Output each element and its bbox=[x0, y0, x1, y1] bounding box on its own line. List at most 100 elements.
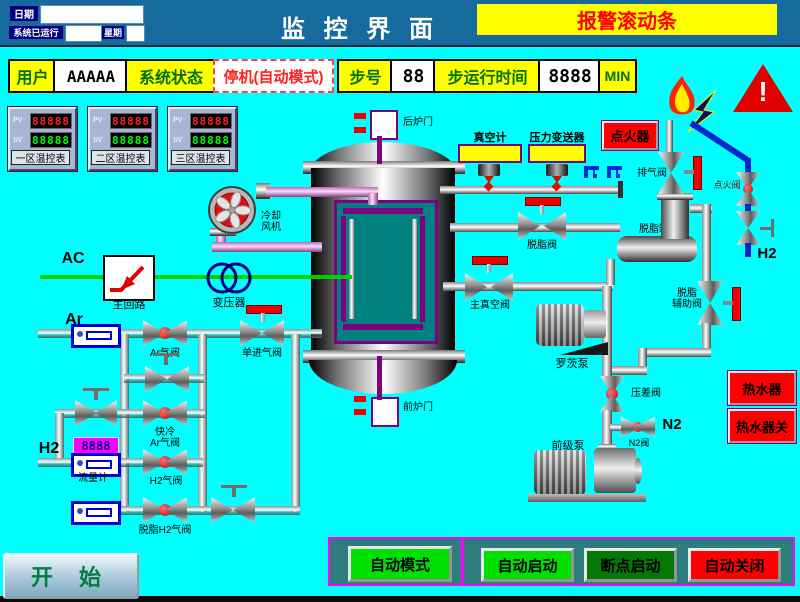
heater-on-button[interactable]: 热水器 bbox=[728, 371, 796, 405]
step-time-value: 8888 bbox=[538, 59, 602, 93]
valve-state-dot bbox=[159, 456, 171, 468]
front-door-indicator-2 bbox=[354, 409, 366, 415]
manifold-vertical-mid bbox=[198, 334, 207, 512]
week-value-box bbox=[126, 25, 145, 42]
roots-pump-motor[interactable] bbox=[536, 304, 584, 346]
rear-door-label: 后炉门 bbox=[398, 117, 438, 128]
ar-flow-meter bbox=[71, 324, 121, 348]
pv-display: 88888 bbox=[30, 113, 72, 129]
degrease-h2-valve[interactable] bbox=[143, 497, 187, 523]
exhaust-riser-pipe bbox=[666, 120, 673, 154]
runtime-label: 系统已运行 bbox=[9, 26, 63, 39]
auto-close-button[interactable]: 自动关闭 bbox=[688, 548, 781, 582]
degrease-valve-label: 脱脂阀 bbox=[522, 240, 562, 251]
heater-bar-top bbox=[343, 208, 423, 214]
degrease-h2-valve-label: 脱脂H2气阀 bbox=[133, 525, 197, 536]
fan-pipe-bottom bbox=[212, 242, 322, 252]
electrode-left bbox=[349, 219, 354, 319]
valve-state-dot bbox=[633, 422, 643, 432]
furnace-window bbox=[334, 200, 438, 344]
n2-valve[interactable] bbox=[621, 417, 655, 437]
sv-display: 88888 bbox=[190, 132, 232, 148]
degrease-aux-valve-handle bbox=[723, 287, 741, 319]
pressure-transmitter-box bbox=[528, 144, 586, 163]
roots-pump-coupling bbox=[584, 310, 606, 338]
temp-controller-zone3[interactable]: PV 88888 SV 88888 三区温控表 bbox=[168, 107, 237, 171]
exhaust-valve-label: 排气阀 bbox=[630, 168, 674, 179]
front-door-label: 前炉门 bbox=[398, 402, 438, 413]
ignition-manual-valve[interactable] bbox=[736, 211, 760, 245]
panel-divider bbox=[461, 537, 464, 586]
ac-label: AC bbox=[58, 250, 88, 268]
main-vacuum-valve-handle bbox=[472, 256, 506, 273]
heater-off-button[interactable]: 热水器关 bbox=[728, 409, 796, 443]
main-vacuum-valve-label: 主真空阀 bbox=[462, 300, 518, 311]
temp-controller-zone1[interactable]: PV 88888 SV 88888 一区温控表 bbox=[8, 107, 77, 171]
fan-pipe-top bbox=[266, 187, 378, 197]
fast-cool-ar-valve[interactable] bbox=[143, 400, 187, 426]
aux-drain-join bbox=[610, 366, 647, 375]
vacuum-gauge-label: 真空计 bbox=[455, 132, 525, 144]
step-time-label: 步运行时间 bbox=[433, 59, 542, 93]
degrease-tank-cap bbox=[657, 193, 693, 200]
tank-drain-pipe bbox=[606, 259, 615, 285]
transformer-icon[interactable] bbox=[203, 260, 255, 296]
h2-gas-valve-label: H2气阀 bbox=[144, 476, 188, 487]
degrease-tank-body bbox=[617, 236, 697, 262]
h2-gas-label: H2 bbox=[34, 440, 64, 458]
degrease-aux-valve-label: 脱脂 辅助阀 bbox=[664, 288, 710, 310]
pressure-transmitter-label: 压力变送器 bbox=[520, 132, 594, 144]
ar-gas-valve[interactable] bbox=[143, 320, 187, 346]
fore-pump-body bbox=[594, 448, 636, 493]
degrease-manual-valve[interactable] bbox=[211, 497, 255, 523]
main-circuit-breaker[interactable] bbox=[103, 255, 155, 301]
temp-controller-zone2[interactable]: PV 88888 SV 88888 二区温控表 bbox=[88, 107, 157, 171]
front-door-indicator-1 bbox=[354, 396, 366, 402]
cooling-fan-label: 冷却 风机 bbox=[255, 211, 287, 233]
page-title: 监 控 界 面 bbox=[240, 9, 480, 44]
week-label: 星期 bbox=[102, 26, 124, 39]
igniter-button[interactable]: 点火器 bbox=[602, 121, 658, 150]
ac-power-line bbox=[40, 275, 352, 279]
degrease-valve[interactable] bbox=[518, 212, 566, 240]
pv-label: PV bbox=[93, 117, 102, 124]
heater-bar-left bbox=[341, 216, 346, 322]
header-divider bbox=[0, 45, 800, 47]
pressure-sensor bbox=[546, 164, 568, 176]
sv-label: SV bbox=[13, 137, 22, 144]
rear-door-box[interactable] bbox=[370, 110, 398, 140]
diff-valve[interactable] bbox=[600, 376, 624, 412]
step-value: 88 bbox=[390, 59, 437, 93]
pv-label: PV bbox=[173, 117, 182, 124]
single-inlet-valve[interactable] bbox=[240, 320, 284, 346]
fast-cool-ar-valve-label: 快冷 Ar气阀 bbox=[141, 427, 189, 449]
rear-door-indicator-2 bbox=[354, 127, 366, 133]
step-label: 步号 bbox=[337, 59, 394, 93]
pv-display: 88888 bbox=[190, 113, 232, 129]
furnace-dome-bottom bbox=[309, 360, 457, 394]
diff-valve-label: 压差阀 bbox=[624, 388, 668, 399]
system-state-label: 系统状态 bbox=[125, 59, 217, 93]
main-vacuum-valve[interactable] bbox=[465, 273, 513, 301]
auto-mode-button[interactable]: 自动模式 bbox=[348, 546, 452, 582]
start-button[interactable]: 开 始 bbox=[3, 553, 139, 599]
h2-right-label: H2 bbox=[752, 246, 782, 263]
valve-state-dot bbox=[606, 388, 618, 400]
user-label: 用户 bbox=[8, 59, 57, 93]
h2-gas-valve[interactable] bbox=[143, 449, 187, 475]
manifold-vertical-right bbox=[291, 334, 300, 512]
break-start-button[interactable]: 断点启动 bbox=[584, 548, 677, 582]
heater-bar-bottom bbox=[343, 324, 423, 330]
sensor-manifold-pipe bbox=[440, 186, 620, 194]
alarm-scroll-bar[interactable]: 报警滚动条 bbox=[477, 4, 777, 35]
front-door-box[interactable] bbox=[371, 397, 399, 427]
auto-start-button[interactable]: 自动启动 bbox=[481, 548, 574, 582]
fore-pump-motor[interactable] bbox=[534, 450, 586, 495]
cooling-fan[interactable] bbox=[208, 186, 256, 234]
pv-label: PV bbox=[13, 117, 22, 124]
hmi-screen: 日期 系统已运行 星期 监 控 界 面 报警滚动条 用户 AAAAA 系统状态 … bbox=[0, 0, 800, 602]
manifold-vertical-left bbox=[120, 334, 129, 512]
ar-manual-valve[interactable] bbox=[145, 366, 189, 392]
sv-display: 88888 bbox=[110, 132, 152, 148]
fast-cool-manual-valve[interactable] bbox=[75, 400, 117, 426]
